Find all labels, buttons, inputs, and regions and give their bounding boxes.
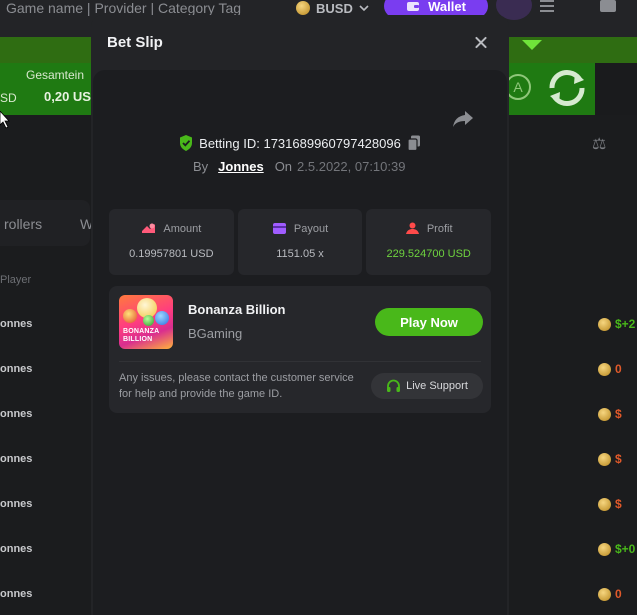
game-provider[interactable]: BGaming — [188, 326, 242, 341]
panel-edge — [595, 63, 637, 115]
bet-date: 2.5.2022, 07:10:39 — [297, 159, 406, 174]
on-label: On — [274, 159, 293, 174]
copy-icon[interactable] — [407, 135, 421, 151]
total-label: Gesamtein — [26, 68, 85, 82]
currency-selector[interactable]: BUSD — [296, 0, 369, 16]
thumbnail-title: BONANZA BILLION — [123, 328, 159, 344]
profit-icon — [405, 222, 419, 234]
stat-profit: Profit 229.524700 USD — [366, 209, 492, 275]
bet-amount: $ — [615, 407, 622, 421]
thumbnail-title-line: BONANZA — [123, 328, 160, 335]
candy-icon — [143, 315, 154, 326]
payout-icon — [272, 223, 286, 234]
chevron-down-icon — [359, 4, 369, 11]
fairness-scale-icon[interactable]: ⚖ — [592, 134, 606, 154]
thumbnail-title-line: BILLION — [123, 336, 153, 343]
bet-amount: 0 — [615, 362, 622, 376]
game-card: BONANZA BILLION Bonanza Billion BGaming … — [109, 286, 491, 413]
coin-icon — [598, 453, 611, 466]
stat-profit-value: 229.524700 USD — [386, 248, 471, 260]
live-support-label: Live Support — [406, 380, 468, 392]
player-column-header: Player — [0, 274, 32, 286]
coin-icon — [598, 318, 611, 331]
arrow-marker-icon — [522, 40, 542, 50]
bet-amount: $+0 — [615, 542, 636, 556]
amount-icon — [142, 223, 156, 233]
stat-amount-value: 0.19957801 USD — [129, 248, 214, 260]
player-name[interactable]: onnes — [0, 543, 32, 555]
game-thumbnail[interactable]: BONANZA BILLION — [119, 295, 173, 349]
divider — [119, 361, 481, 362]
stat-payout-value: 1151.05 x — [276, 248, 324, 260]
bet-meta-row: By Jonnes On 2.5.2022, 07:10:39 — [193, 159, 405, 174]
player-name[interactable]: onnes — [0, 498, 32, 510]
coin-icon — [598, 588, 611, 601]
username-link[interactable]: Jonnes — [218, 159, 264, 174]
stat-amount-label: Amount — [163, 222, 202, 235]
share-icon[interactable] — [452, 108, 474, 128]
close-button[interactable] — [471, 33, 491, 53]
bet-amount: $ — [615, 452, 622, 466]
amount-fragment: SD — [0, 91, 17, 105]
coin-icon — [598, 408, 611, 421]
mail-icon[interactable] — [600, 0, 616, 12]
play-now-button[interactable]: Play Now — [375, 308, 483, 336]
refresh-icon[interactable] — [542, 64, 592, 112]
betting-id: Betting ID: 1731689960797428096 — [199, 135, 401, 151]
candy-icon — [155, 311, 169, 325]
player-name[interactable]: onnes — [0, 363, 32, 375]
bet-amount: $+2 — [615, 317, 636, 331]
modal-body: Betting ID: 1731689960797428096 By Jonne… — [93, 70, 507, 615]
mouse-cursor-icon — [0, 111, 10, 129]
currency-label: BUSD — [316, 0, 353, 16]
player-name[interactable]: onnes — [0, 453, 32, 465]
bet-amount: 0 — [615, 587, 622, 601]
betting-id-row: Betting ID: 1731689960797428096 — [93, 135, 507, 151]
stat-profit-label: Profit — [426, 222, 453, 235]
busd-coin-icon — [296, 1, 310, 15]
bet-stats: Amount 0.19957801 USD Payout 1151.05 x P… — [109, 209, 492, 275]
modal-title: Bet Slip — [107, 34, 163, 51]
player-name[interactable]: onnes — [0, 318, 32, 330]
by-label: By — [193, 159, 209, 174]
player-name[interactable]: onnes — [0, 588, 32, 600]
shield-check-icon — [180, 135, 193, 151]
stat-amount: Amount 0.19957801 USD — [109, 209, 234, 275]
candy-icon — [123, 309, 137, 323]
menu-icon[interactable] — [540, 0, 554, 12]
player-name[interactable]: onnes — [0, 408, 32, 420]
live-support-button[interactable]: Live Support — [371, 373, 483, 399]
coin-icon — [598, 498, 611, 511]
wallet-label: Wallet — [428, 0, 466, 14]
coin-icon — [598, 543, 611, 556]
bet-slip-modal: Bet Slip Betting ID: 1731689960797428096… — [91, 15, 509, 615]
search-input[interactable]: Game name | Provider | Category Tag — [6, 0, 241, 16]
stat-payout-label: Payout — [293, 222, 329, 235]
bet-amount: $ — [615, 497, 622, 511]
headset-icon — [387, 379, 401, 392]
tab-highrollers-label: rollers — [4, 216, 43, 232]
coin-icon — [598, 363, 611, 376]
wallet-icon — [407, 2, 420, 11]
modal-header: Bet Slip — [91, 15, 509, 71]
stat-payout: Payout 1151.05 x — [237, 209, 363, 275]
support-text: Any issues, please contact the customer … — [119, 372, 354, 400]
game-name[interactable]: Bonanza Billion — [188, 302, 286, 317]
